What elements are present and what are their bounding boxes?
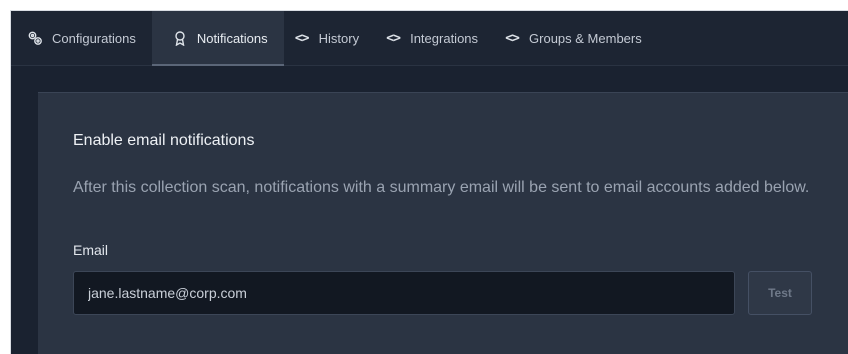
email-notifications-panel: Enable email notifications After this co…	[38, 92, 848, 354]
code-brackets-icon: <>	[294, 30, 310, 46]
email-input[interactable]	[73, 271, 735, 315]
code-brackets-icon: <>	[505, 30, 520, 46]
tab-label: Groups & Members	[529, 30, 642, 46]
tab-label: Integrations	[410, 30, 479, 46]
test-button[interactable]: Test	[748, 271, 812, 315]
tab-notifications[interactable]: Notifications	[151, 11, 284, 66]
panel-description: After this collection scan, notification…	[73, 179, 810, 196]
award-ribbon-icon	[172, 30, 188, 46]
tab-history[interactable]: <> History	[284, 11, 375, 65]
app-frame: Configurations Notifications <> History …	[10, 10, 848, 354]
code-brackets-icon: <>	[386, 30, 401, 46]
tab-label: Notifications	[196, 30, 268, 46]
email-label: Email	[73, 242, 109, 258]
panel-title: Enable email notifications	[73, 132, 255, 149]
tab-groups-members[interactable]: <> Groups & Members	[494, 11, 658, 65]
tab-label: Configurations	[52, 30, 136, 46]
tab-integrations[interactable]: <> Integrations	[375, 11, 494, 65]
tab-configurations[interactable]: Configurations	[17, 11, 152, 65]
tab-label: History	[318, 30, 360, 46]
gears-icon	[27, 30, 43, 46]
tab-bar: Configurations Notifications <> History …	[11, 11, 848, 66]
